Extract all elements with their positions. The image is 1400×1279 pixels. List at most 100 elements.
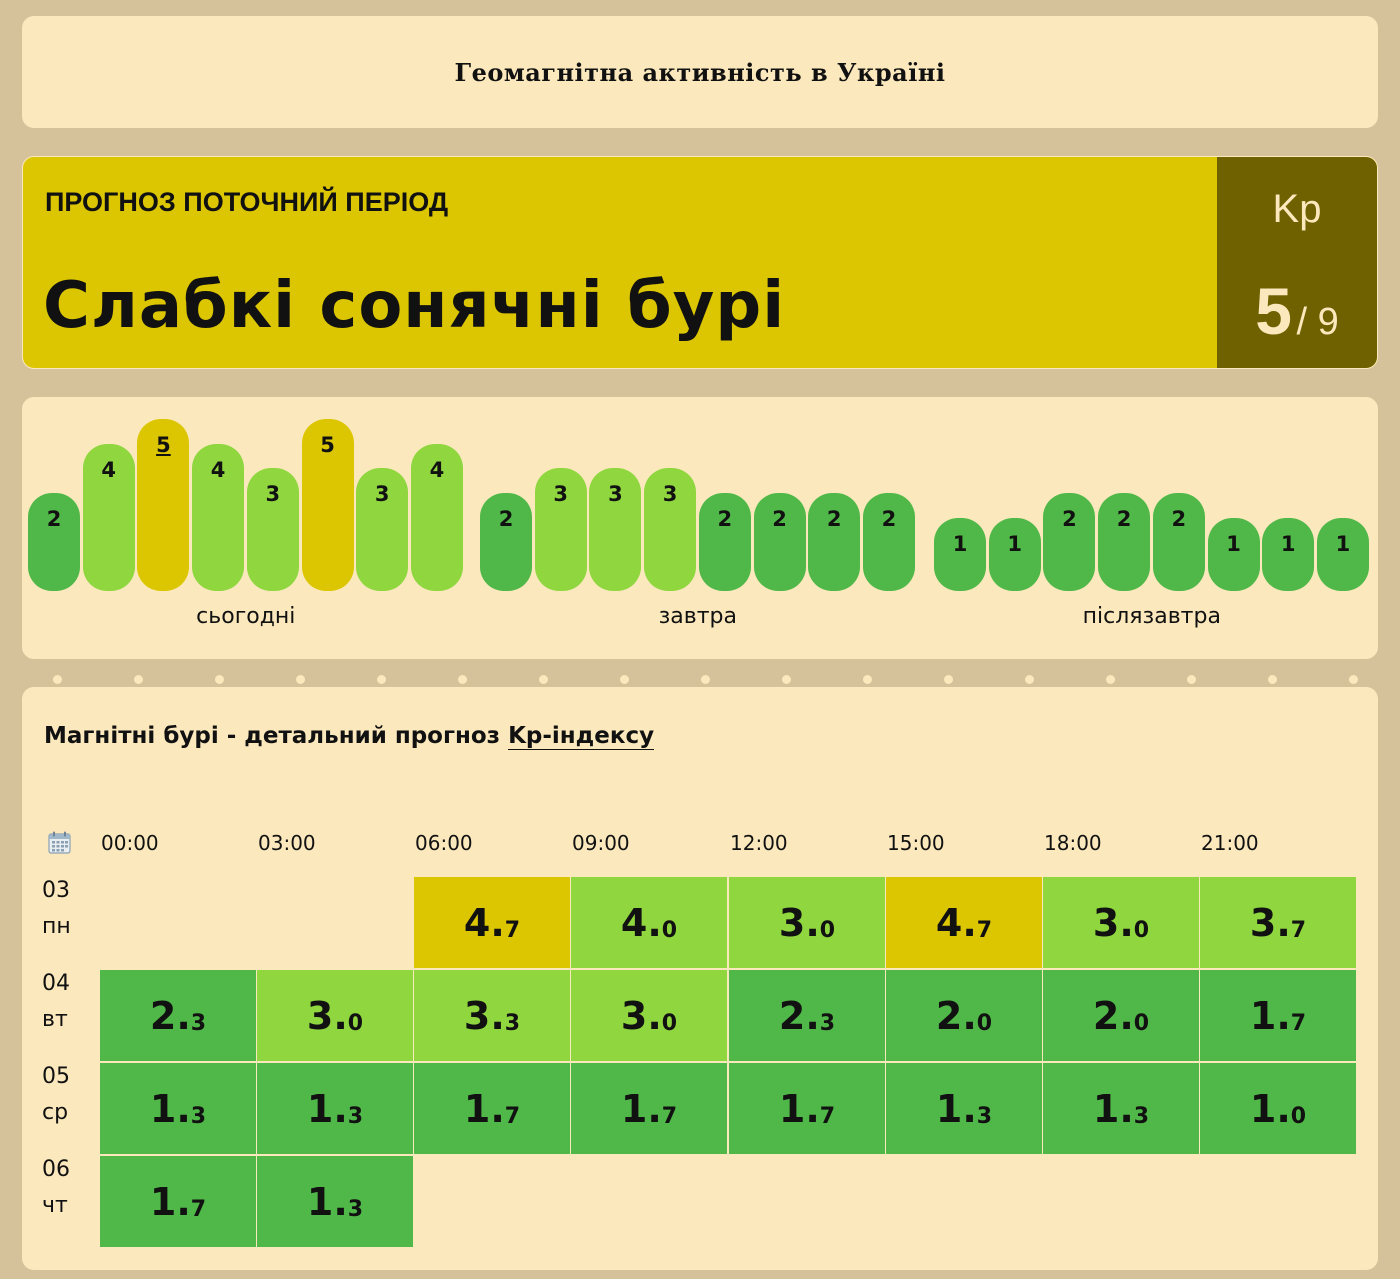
- kp-bar: 1: [934, 518, 986, 591]
- row-weekday: чт: [42, 1193, 68, 1218]
- kp-index-link[interactable]: Kp-індексу: [508, 723, 655, 750]
- time-column-header: 18:00: [1044, 831, 1102, 855]
- kp-cell: 1. 3: [100, 1063, 256, 1154]
- kp-bar: 4: [192, 444, 245, 591]
- divider-dot: [1268, 675, 1277, 684]
- kp-bar: 1: [1207, 518, 1260, 591]
- site-title: Геомагнітна активність в Україні: [454, 57, 946, 87]
- kp-cell: 1. 3: [257, 1063, 413, 1154]
- kp-cell: 1. 3: [1043, 1063, 1199, 1154]
- kp-bar: 2: [808, 493, 861, 591]
- divider-dot: [1187, 675, 1196, 684]
- kp-cell-decimal: 0: [661, 1011, 678, 1036]
- kp-cell-decimal: 7: [661, 1104, 678, 1129]
- kp-cell-integer: 4.: [463, 900, 505, 945]
- storm-level-title: Слабкі сонячні бурі: [43, 269, 786, 343]
- detail-title: Магнітні бурі - детальний прогноз Kp-інд…: [44, 723, 655, 750]
- kp-label: Kp: [1272, 187, 1322, 231]
- kp-bar: 2: [28, 493, 80, 591]
- kp-cell-integer: 4.: [935, 900, 977, 945]
- kp-reading: 5 / 9: [1217, 273, 1377, 349]
- kp-cell-decimal: 3: [190, 1104, 207, 1129]
- divider-dot: [863, 675, 872, 684]
- kp-bar-value: 4: [101, 458, 116, 482]
- kp-cell-decimal: 0: [347, 1011, 364, 1036]
- kp-bar: 2: [698, 493, 751, 591]
- kp-bar-value: 2: [1171, 507, 1187, 531]
- divider-dot: [539, 675, 548, 684]
- kp-cell: 3. 7: [1200, 877, 1356, 968]
- kp-cell-decimal: 3: [504, 1011, 521, 1036]
- kp-bar: 3: [534, 468, 587, 591]
- row-weekday: пн: [42, 914, 71, 939]
- kp-index-box: Kp 5 / 9: [1217, 157, 1377, 368]
- kp-cell-integer: 1.: [149, 1086, 191, 1131]
- kp-bar-value: 2: [1116, 507, 1132, 531]
- divider-dot: [377, 675, 386, 684]
- kp-cell-decimal: 3: [190, 1011, 207, 1036]
- kp-bar: 3: [644, 468, 697, 591]
- date-row-header: 04 вт: [42, 966, 102, 1038]
- kp-cell-integer: 1.: [1249, 1086, 1291, 1131]
- kp-cell: 1. 7: [729, 1063, 885, 1154]
- row-weekday: ср: [42, 1100, 69, 1125]
- kp-cell-integer: 2.: [935, 993, 977, 1038]
- kp-cell-integer: 1.: [620, 1086, 662, 1131]
- kp-bar-value: 1: [1226, 532, 1241, 556]
- kp-cell: 1. 3: [257, 1156, 413, 1247]
- kp-bar: 1: [1262, 518, 1315, 591]
- kp-cell: 1. 7: [100, 1156, 256, 1247]
- row-date: 06: [42, 1157, 70, 1182]
- kp-cell: 3. 0: [571, 970, 727, 1061]
- kp-bar: 2: [480, 493, 532, 591]
- kp-bar-value: 2: [717, 507, 733, 531]
- kp-bar: 1: [1316, 518, 1369, 591]
- kp-cell: 3. 0: [257, 970, 413, 1061]
- kp-cell-decimal: 7: [190, 1197, 207, 1222]
- kp-bar-value: 1: [1007, 532, 1022, 556]
- row-date: 05: [42, 1064, 70, 1089]
- kp-cell: 2. 0: [886, 970, 1042, 1061]
- divider-dot: [53, 675, 62, 684]
- time-column-header: 00:00: [101, 831, 159, 855]
- kp-cell-decimal: 3: [819, 1011, 836, 1036]
- kp-bar-value: 1: [952, 532, 968, 556]
- day-label: завтра: [658, 604, 737, 629]
- kp-cell-integer: 1.: [1249, 993, 1291, 1038]
- kp-cell-decimal: 0: [1133, 918, 1150, 943]
- kp-cell-decimal: 7: [504, 918, 521, 943]
- kp-bar-value: 2: [46, 507, 62, 531]
- kp-bar: 2: [862, 493, 915, 591]
- time-column-header: 12:00: [730, 831, 788, 855]
- divider-dot: [215, 675, 224, 684]
- kp-bar-value: 4: [210, 458, 226, 482]
- divider-dot: [782, 675, 791, 684]
- kp-bar-value: 3: [608, 482, 623, 506]
- kp-bar-value: 2: [881, 507, 897, 531]
- divider-dot: [701, 675, 710, 684]
- kp-cell-integer: 2.: [149, 993, 191, 1038]
- kp-cell: 4. 0: [571, 877, 727, 968]
- kp-bar-value: 5: [156, 433, 171, 457]
- divider-dot: [620, 675, 629, 684]
- kp-cell-integer: 3.: [620, 993, 662, 1038]
- kp-bar: 3: [589, 468, 642, 591]
- row-weekday: вт: [42, 1007, 68, 1032]
- time-column-header: 21:00: [1201, 831, 1259, 855]
- kp-cell-decimal: 0: [661, 918, 678, 943]
- kp-cell-integer: 2.: [1092, 993, 1134, 1038]
- kp-cell: 1. 7: [571, 1063, 727, 1154]
- kp-cell-decimal: 3: [1133, 1104, 1150, 1129]
- divider-dot: [134, 675, 143, 684]
- divider-dot: [944, 675, 953, 684]
- kp-cell: 4. 7: [414, 877, 570, 968]
- divider-dot: [1349, 675, 1358, 684]
- kp-value: 5: [1255, 274, 1292, 348]
- kp-cell-decimal: 0: [819, 918, 836, 943]
- kp-cell-decimal: 7: [504, 1104, 521, 1129]
- kp-cell-integer: 3.: [463, 993, 505, 1038]
- kp-bar-value: 1: [1280, 532, 1296, 556]
- detail-title-text: Магнітні бурі - детальний прогноз: [44, 723, 509, 749]
- time-column-header: 03:00: [258, 831, 316, 855]
- divider-dot: [458, 675, 467, 684]
